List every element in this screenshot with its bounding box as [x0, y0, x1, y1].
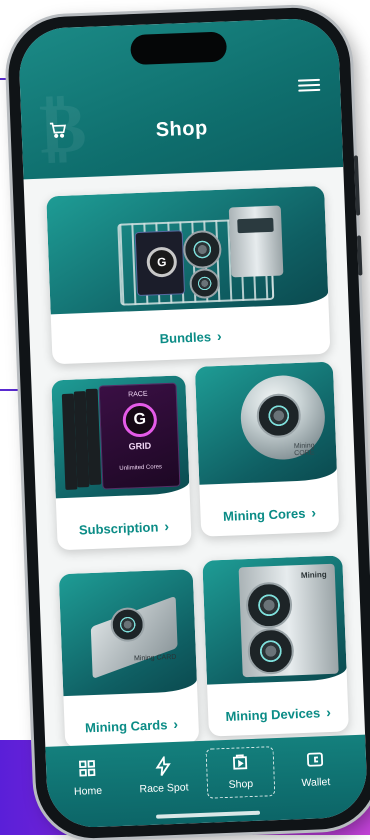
- chevron-right-icon: ›: [173, 715, 179, 732]
- nav-label: Race Spot: [139, 781, 189, 796]
- side-button: [353, 155, 361, 216]
- core-label: Mining CORE: [293, 442, 315, 458]
- bottom-nav: Home Race Spot Shop Wallet: [45, 734, 369, 829]
- phone-frame: ₿ Shop G Bundles › RACE G GRID Unlimited…: [6, 5, 370, 840]
- nav-item-shop[interactable]: Shop: [205, 746, 276, 799]
- grid-product-box: RACE G GRID Unlimited Cores: [99, 383, 180, 489]
- device-illustration: [228, 205, 284, 278]
- product-box-spine: [85, 388, 102, 486]
- camera-notch: [130, 31, 228, 66]
- subscription-card[interactable]: RACE G GRID Unlimited Cores Subscription…: [51, 375, 192, 551]
- subscription-label: Subscription ›: [78, 518, 170, 538]
- device-label-text: Mining: [300, 569, 327, 580]
- mining-devices-label: Mining Devices ›: [225, 703, 332, 724]
- mining-devices-card[interactable]: Mining Mining Devices ›: [202, 555, 349, 737]
- mining-cores-card[interactable]: Mining CORE Mining Cores ›: [194, 361, 340, 537]
- home-indicator: [156, 810, 261, 819]
- wallet-icon: [282, 749, 349, 774]
- mining-cards-image: Mining CARD: [58, 569, 198, 697]
- app-screen: ₿ Shop G Bundles › RACE G GRID Unlimited…: [17, 17, 369, 829]
- menu-icon[interactable]: [297, 76, 321, 95]
- bundles-card[interactable]: G Bundles ›: [46, 185, 331, 365]
- chevron-right-icon: ›: [325, 703, 332, 721]
- subscription-image: RACE G GRID Unlimited Cores: [51, 375, 190, 499]
- mining-cards-card[interactable]: Mining CARD Mining Cards ›: [58, 569, 200, 749]
- chevron-right-icon: ›: [216, 327, 222, 345]
- chevron-right-icon: ›: [311, 504, 317, 521]
- nav-item-race-spot[interactable]: Race Spot: [130, 754, 197, 796]
- nav-item-home[interactable]: Home: [54, 758, 121, 799]
- grid-subtitle: Unlimited Cores: [119, 464, 163, 472]
- shop-icon: [207, 751, 274, 776]
- bundles-image: G: [46, 185, 329, 315]
- device-panel: [237, 217, 274, 234]
- mining-devices-image: Mining: [202, 555, 347, 685]
- bolt-icon: [130, 754, 197, 780]
- nav-item-wallet[interactable]: Wallet: [282, 749, 349, 790]
- side-button: [356, 235, 363, 276]
- card-label-text: Mining CARD: [133, 653, 177, 663]
- nav-label: Shop: [228, 777, 254, 791]
- nav-label: Wallet: [301, 775, 331, 790]
- bundles-label: Bundles ›: [159, 327, 222, 347]
- nav-label: Home: [73, 784, 103, 798]
- g-logo: G: [122, 402, 158, 438]
- grid-title: GRID: [128, 440, 152, 452]
- mining-cards-label: Mining Cards ›: [84, 715, 179, 736]
- chevron-right-icon: ›: [164, 518, 170, 535]
- mining-cores-image: Mining CORE: [194, 361, 338, 485]
- mining-cores-label: Mining Cores ›: [222, 504, 317, 524]
- brand-text: RACE: [128, 390, 148, 399]
- grid-icon: [54, 758, 121, 783]
